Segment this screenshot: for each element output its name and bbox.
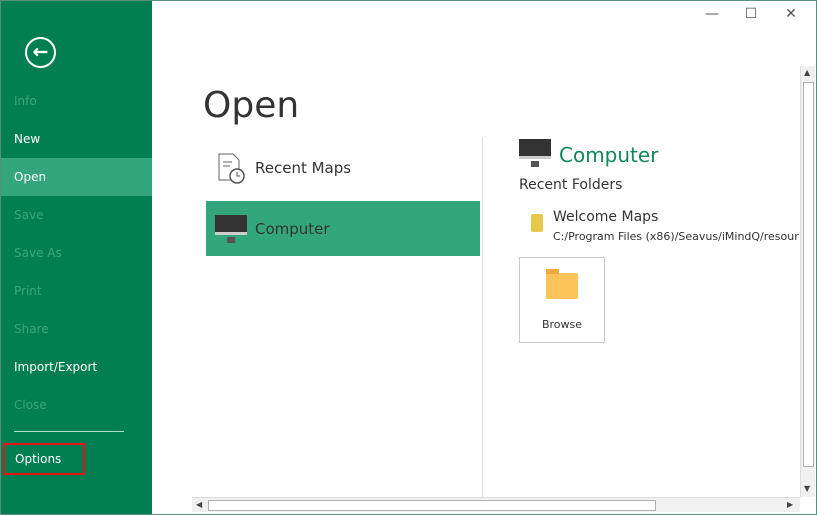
divider: [14, 431, 124, 432]
place-computer[interactable]: Computer: [206, 201, 480, 256]
browse-label: Browse: [541, 318, 583, 331]
sidebar-item-save[interactable]: Save: [1, 196, 152, 234]
minimize-button[interactable]: —: [702, 6, 722, 22]
computer-icon: [519, 139, 551, 167]
sidebar-item-print[interactable]: Print: [1, 272, 152, 310]
recent-folders-heading: Recent Folders: [519, 177, 623, 193]
scrollbar-thumb[interactable]: [208, 500, 656, 511]
sidebar-item-info[interactable]: Info: [1, 82, 152, 120]
sidebar-item-import-export[interactable]: Import/Export: [1, 348, 152, 386]
open-folder-icon: [546, 269, 578, 299]
section-title: Computer: [559, 143, 659, 167]
sidebar: ← Info New Open Save Save As Print Share…: [1, 1, 152, 514]
scrollbar-thumb[interactable]: [803, 82, 814, 467]
recent-document-icon: [206, 152, 255, 184]
back-arrow-icon[interactable]: ←: [25, 37, 56, 68]
place-label: Recent Maps: [255, 158, 352, 177]
sidebar-item-new[interactable]: New: [1, 120, 152, 158]
close-button[interactable]: ✕: [781, 6, 801, 22]
maximize-button[interactable]: ☐: [741, 6, 761, 22]
horizontal-scrollbar[interactable]: ◀ ▶: [192, 497, 800, 512]
page-title: Open: [203, 85, 300, 126]
sidebar-item-close[interactable]: Close: [1, 386, 152, 424]
scroll-left-icon[interactable]: ◀: [196, 500, 202, 509]
recent-folder-path[interactable]: C:/Program Files (x86)/Seavus/iMindQ/res…: [553, 230, 799, 243]
scroll-right-icon[interactable]: ▶: [787, 500, 793, 509]
computer-icon: [214, 214, 247, 243]
sidebar-item-options[interactable]: Options: [3, 443, 85, 475]
recent-folder-name[interactable]: Welcome Maps: [553, 209, 658, 225]
place-label: Computer: [255, 219, 330, 238]
browse-button[interactable]: Browse: [519, 257, 605, 343]
sidebar-item-open[interactable]: Open: [1, 158, 152, 196]
place-recent-maps[interactable]: Recent Maps: [206, 140, 480, 195]
sidebar-item-save-as[interactable]: Save As: [1, 234, 152, 272]
vertical-scrollbar[interactable]: ▲ ▼: [800, 66, 815, 497]
sidebar-item-share[interactable]: Share: [1, 310, 152, 348]
scroll-down-icon[interactable]: ▼: [804, 484, 810, 493]
scroll-up-icon[interactable]: ▲: [804, 68, 810, 77]
divider: [482, 137, 483, 497]
folder-icon: [531, 214, 543, 232]
